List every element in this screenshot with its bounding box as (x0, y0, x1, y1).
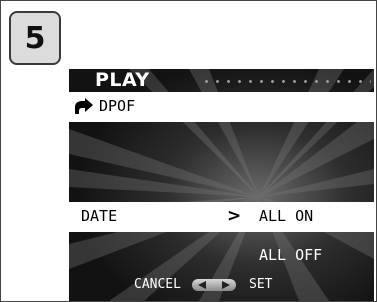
title-dotted-rule (201, 80, 371, 83)
figure-frame: 5 PLAY DPOF DATE > ALL ON ALL OFF CANCEL… (0, 0, 377, 302)
footer-guide: CANCEL SET (69, 275, 374, 297)
menu-item-dpof[interactable]: DPOF (69, 92, 374, 122)
menu-item-date[interactable]: DATE > ALL ON (69, 202, 374, 232)
step-number: 5 (24, 20, 46, 56)
footer-set-label: SET (249, 277, 273, 292)
dpof-label: DPOF (99, 97, 136, 115)
option-all-on[interactable]: ALL ON (259, 207, 313, 225)
option-all-off[interactable]: ALL OFF (259, 246, 322, 264)
dpof-hand-icon (75, 98, 93, 114)
step-number-badge: 5 (9, 11, 61, 65)
submenu-arrow-icon: > (227, 206, 242, 226)
camera-lcd-screen: PLAY DPOF DATE > ALL ON ALL OFF CANCEL S… (69, 69, 374, 301)
date-label: DATE (81, 207, 118, 225)
left-right-arrows-icon (192, 279, 236, 291)
footer-cancel-label: CANCEL (134, 277, 181, 292)
menu-title: PLAY (95, 69, 150, 91)
